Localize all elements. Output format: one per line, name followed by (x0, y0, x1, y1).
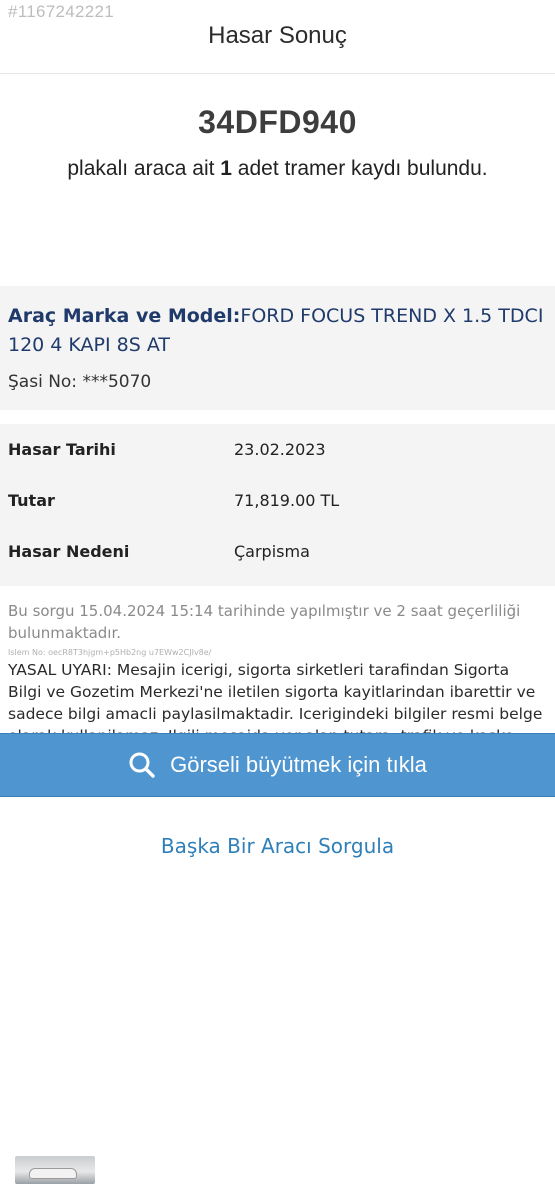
detail-value: 23.02.2023 (234, 440, 326, 459)
detail-row: Tutar 71,819.00 TL (0, 491, 555, 542)
detail-label: Hasar Nedeni (8, 542, 130, 561)
detail-value: 71,819.00 TL (234, 491, 340, 510)
page-title: Hasar Sonuç (208, 21, 347, 49)
zoom-image-label: Görseli büyütmek için tıkla (170, 752, 427, 777)
damage-details: Hasar Tarihi 23.02.2023 Tutar 71,819.00 … (0, 424, 555, 586)
chassis-number: Şasi No: ***5070 (8, 372, 152, 392)
detail-value: Çarpisma (234, 542, 310, 561)
listing-id: #1167242221 (8, 2, 115, 21)
record-count: 1 (220, 157, 232, 180)
query-validity-note: Bu sorgu 15.04.2024 15:14 tarihinde yapı… (8, 602, 521, 642)
search-icon (129, 752, 155, 778)
query-another-vehicle-link[interactable]: Başka Bir Aracı Sorgula (0, 834, 555, 858)
thumbnail-image[interactable] (15, 1156, 95, 1184)
detail-row: Hasar Nedeni Çarpisma (0, 542, 555, 593)
vehicle-info: Araç Marka ve Model:FORD FOCUS TREND X 1… (0, 286, 555, 410)
detail-label: Hasar Tarihi (8, 440, 116, 459)
vehicle-model-label: Araç Marka ve Model: (8, 305, 241, 327)
car-thumbnail-shape (29, 1168, 77, 1179)
transaction-id: Islem No: oecR8T3hjgm+p5Hb2ng u7EWw2CJIv… (8, 648, 212, 657)
summary-prefix: plakalı araca ait (67, 157, 221, 180)
result-summary: 34DFD940 plakalı araca ait 1 adet tramer… (0, 74, 555, 286)
detail-row: Hasar Tarihi 23.02.2023 (0, 440, 555, 491)
summary-suffix: adet tramer kaydı bulundu. (231, 157, 488, 180)
zoom-image-button[interactable]: Görseli büyütmek için tıkla (0, 733, 555, 797)
detail-label: Tutar (8, 491, 55, 510)
summary-text: plakalı araca ait 1 adet tramer kaydı bu… (0, 157, 555, 181)
vehicle-model-row: Araç Marka ve Model:FORD FOCUS TREND X 1… (8, 302, 545, 360)
plate-number: 34DFD940 (198, 104, 357, 140)
